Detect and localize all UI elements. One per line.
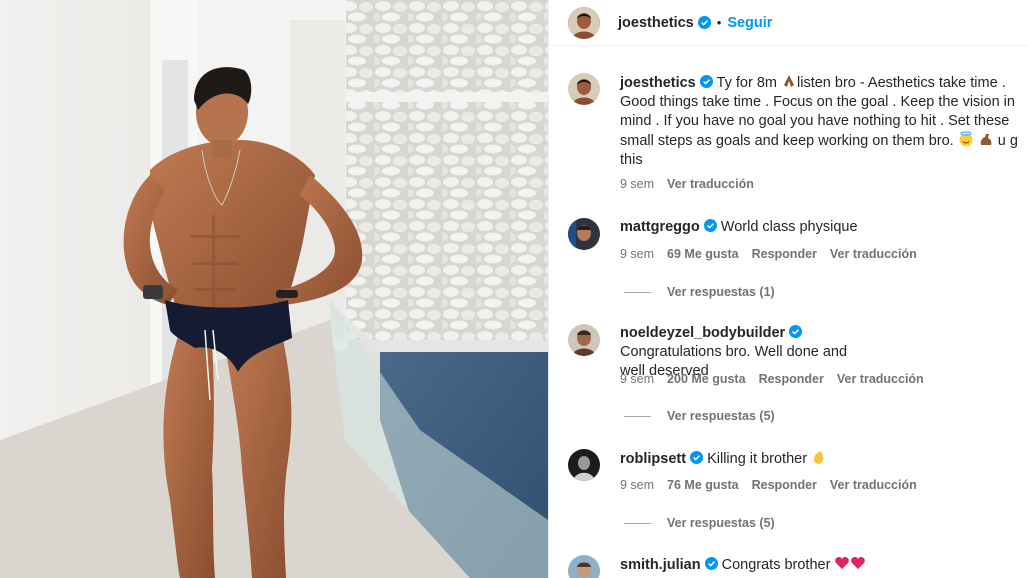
comment-meta: 9 sem 69 Me gusta Responder Ver traducción <box>620 247 930 261</box>
verified-badge-icon <box>789 325 803 338</box>
commenter-avatar[interactable] <box>568 449 600 481</box>
verified-badge-icon <box>703 219 717 232</box>
comment-text: mattgreggo World class physique <box>620 218 1028 237</box>
caption-text-part-1: Ty for 8m <box>716 75 777 91</box>
post-side-panel: joesthetics • Seguir joesthetics Ty for … <box>548 0 1028 578</box>
red-heart-emoji <box>851 557 866 569</box>
post-photo[interactable] <box>0 0 548 578</box>
bodybuilder-photo <box>0 0 548 578</box>
caption-username[interactable]: joesthetics <box>620 75 696 91</box>
comment-username[interactable]: roblipsett <box>620 451 686 467</box>
view-replies-label: Ver respuestas (1) <box>667 285 775 299</box>
caption-time[interactable]: 9 sem <box>620 177 654 191</box>
replies-divider-line <box>624 291 651 293</box>
smiling-halo-emoji <box>959 131 973 147</box>
comment-username[interactable]: mattgreggo <box>620 219 700 235</box>
verified-badge-icon <box>699 75 713 88</box>
comment-time[interactable]: 9 sem <box>620 247 654 261</box>
comment-body: Killing it brother <box>707 451 808 467</box>
author-username[interactable]: joesthetics <box>618 15 694 31</box>
red-heart-emoji <box>835 557 850 569</box>
follow-button[interactable]: Seguir <box>727 15 772 31</box>
caption-text-part-3: u g <box>997 133 1018 149</box>
comment-body: Congrats brother <box>721 557 831 573</box>
comment-likes[interactable]: 76 Me gusta <box>667 478 739 492</box>
replies-divider-line <box>624 415 651 417</box>
comment-text: smith.julian Congrats brother <box>620 555 1028 575</box>
replies-divider-line <box>624 522 651 524</box>
comment-username[interactable]: smith.julian <box>620 557 701 573</box>
clapping-hands-emoji <box>813 451 824 464</box>
verified-badge-icon <box>697 16 711 29</box>
comment-body: World class physique <box>720 219 858 235</box>
caption-translate-link[interactable]: Ver traducción <box>667 177 754 191</box>
comment-body: Congratulations bro. Well done and <box>620 344 848 360</box>
comment-text: roblipsett Killing it brother <box>620 449 1028 469</box>
comment-likes[interactable]: 200 Me gusta <box>667 372 746 386</box>
view-replies-label: Ver respuestas (5) <box>667 409 775 423</box>
separator-dot: • <box>716 15 722 30</box>
caption-avatar[interactable] <box>568 73 600 105</box>
comment-meta: 9 sem 200 Me gusta Responder Ver traducción <box>620 372 937 386</box>
comment-meta: 9 sem 76 Me gusta Responder Ver traducción <box>620 478 930 492</box>
view-replies-label: Ver respuestas (5) <box>667 516 775 530</box>
commenter-avatar[interactable] <box>568 218 600 250</box>
comment-username[interactable]: noeldeyzel_bodybuilder <box>620 325 785 341</box>
comment-time[interactable]: 9 sem <box>620 478 654 492</box>
reply-button[interactable]: Responder <box>752 247 817 261</box>
translate-link[interactable]: Ver traducción <box>830 247 917 261</box>
commenter-avatar[interactable] <box>568 555 600 578</box>
reply-button[interactable]: Responder <box>759 372 824 386</box>
view-replies-button[interactable]: Ver respuestas (5) <box>624 409 775 423</box>
comment-time[interactable]: 9 sem <box>620 372 654 386</box>
commenter-avatar[interactable] <box>568 324 600 356</box>
comment-likes[interactable]: 69 Me gusta <box>667 247 739 261</box>
caption-text-part-4: this <box>620 152 643 168</box>
praying-hands-emoji <box>784 75 794 87</box>
reply-button[interactable]: Responder <box>752 478 817 492</box>
caption-text: joesthetics Ty for 8m listen bro - Aesth… <box>620 73 1028 170</box>
view-replies-button[interactable]: Ver respuestas (1) <box>624 285 775 299</box>
flexed-biceps-emoji <box>980 134 992 145</box>
verified-badge-icon <box>690 451 704 464</box>
translate-link[interactable]: Ver traducción <box>837 372 924 386</box>
post-header: joesthetics • Seguir <box>549 0 1028 46</box>
translate-link[interactable]: Ver traducción <box>830 478 917 492</box>
author-avatar[interactable] <box>568 6 600 39</box>
verified-badge-icon <box>704 557 718 570</box>
view-replies-button[interactable]: Ver respuestas (5) <box>624 516 775 530</box>
caption-meta: 9 sem Ver traducción <box>620 177 767 191</box>
